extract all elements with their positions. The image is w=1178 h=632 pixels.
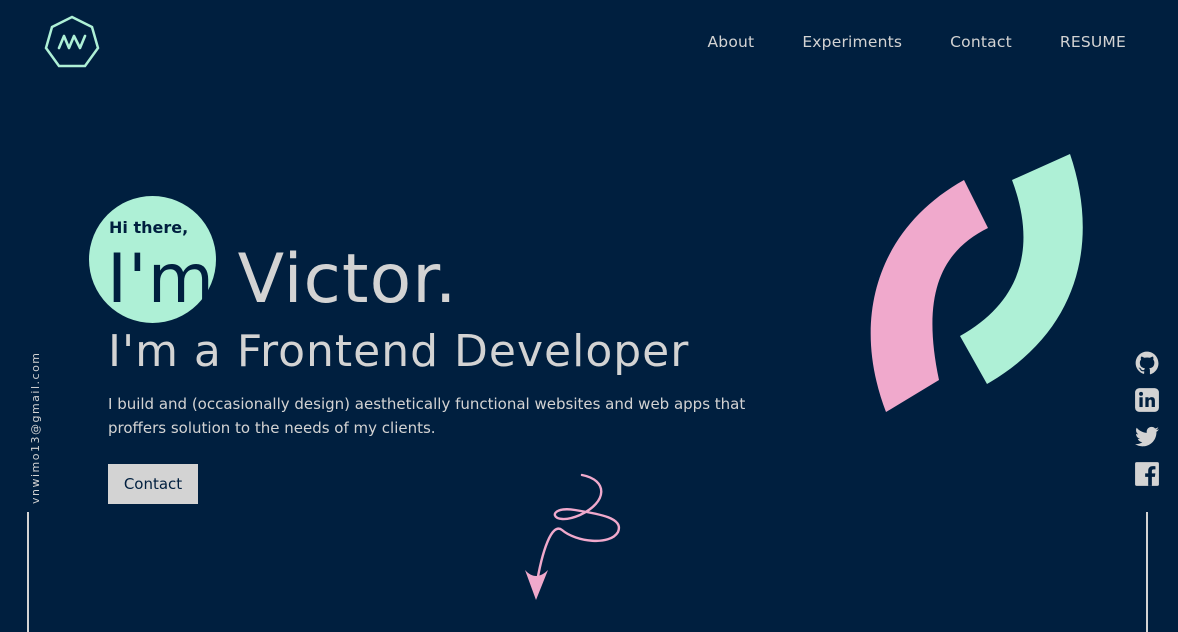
nav-experiments[interactable]: Experiments <box>802 33 902 51</box>
decorative-shapes <box>870 154 1083 412</box>
scroll-down-arrow-icon[interactable] <box>520 470 630 605</box>
hero-description: I build and (occasionally design) aesthe… <box>108 395 746 437</box>
contact-button[interactable]: Contact <box>108 464 198 504</box>
left-divider <box>27 512 29 632</box>
linkedin-icon[interactable] <box>1134 387 1160 413</box>
facebook-icon[interactable] <box>1134 461 1160 487</box>
pink-arc-shape <box>870 180 988 412</box>
greeting-text: Hi there, <box>109 218 189 237</box>
nav-about[interactable]: About <box>707 33 754 51</box>
name-text: Victor. <box>237 240 458 319</box>
email-link[interactable]: vnwimo13@gmail.com <box>29 351 42 504</box>
hero-role: I'm a Frontend Developer <box>108 326 690 377</box>
hero-name: I'm Victor. <box>107 240 458 320</box>
nav-resume[interactable]: RESUME <box>1060 33 1126 51</box>
right-divider <box>1146 512 1148 632</box>
twitter-icon[interactable] <box>1134 424 1160 450</box>
main-nav: About Experiments Contact RESUME <box>707 33 1126 51</box>
social-links <box>1134 350 1160 487</box>
name-prefix: I'm <box>107 240 215 319</box>
github-icon[interactable] <box>1134 350 1160 376</box>
logo-icon[interactable] <box>44 15 100 71</box>
nav-contact[interactable]: Contact <box>950 33 1012 51</box>
mint-arc-shape <box>960 154 1083 384</box>
